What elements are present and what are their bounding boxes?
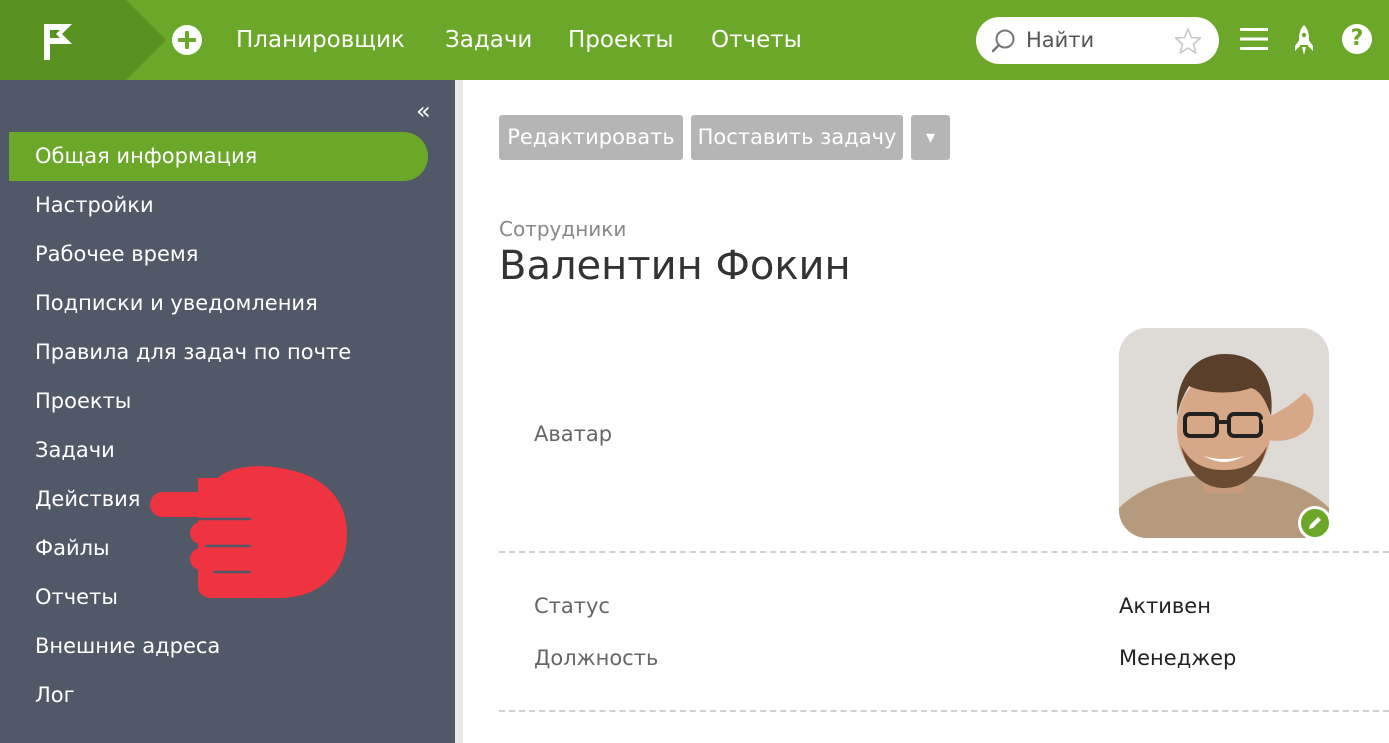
logo-area[interactable] xyxy=(0,0,126,80)
rocket-icon[interactable] xyxy=(1291,24,1317,56)
edit-button[interactable]: Редактировать xyxy=(499,115,683,160)
position-label: Должность xyxy=(534,646,659,670)
sidebar-item-settings[interactable]: Настройки xyxy=(9,181,428,230)
sidebar-divider xyxy=(455,80,463,743)
sidebar: « Общая информация Настройки Рабочее вре… xyxy=(0,80,455,743)
avatar-photo-icon xyxy=(1119,328,1329,538)
star-favorite-icon[interactable] xyxy=(1174,27,1202,55)
add-plus-icon[interactable] xyxy=(172,25,202,55)
section-divider-bottom xyxy=(499,710,1389,712)
status-label: Статус xyxy=(534,594,610,618)
top-navigation-bar: Планировщик Задачи Проекты Отчеты ? xyxy=(0,0,1389,80)
pointing-hand-icon xyxy=(150,466,348,598)
search-box[interactable] xyxy=(976,17,1219,64)
position-value: Менеджер xyxy=(1119,646,1237,670)
more-actions-dropdown[interactable]: ▾ xyxy=(911,115,950,160)
hamburger-menu-icon[interactable] xyxy=(1239,26,1269,52)
avatar xyxy=(1119,328,1329,538)
nav-reports[interactable]: Отчеты xyxy=(711,24,802,56)
sidebar-item-mail-rules[interactable]: Правила для задач по почте xyxy=(9,328,428,377)
breadcrumb-employees[interactable]: Сотрудники xyxy=(499,215,626,243)
nav-projects[interactable]: Проекты xyxy=(568,24,674,56)
avatar-label: Аватар xyxy=(534,422,613,446)
sidebar-item-projects[interactable]: Проекты xyxy=(9,377,428,426)
sidebar-item-work-time[interactable]: Рабочее время xyxy=(9,230,428,279)
sidebar-item-log[interactable]: Лог xyxy=(9,671,428,720)
assign-task-button[interactable]: Поставить задачу xyxy=(691,115,903,160)
section-divider-top xyxy=(499,551,1389,553)
logo-arrow-decoration xyxy=(126,0,166,80)
sidebar-item-external-addresses[interactable]: Внешние адреса xyxy=(9,622,428,671)
status-value: Активен xyxy=(1119,594,1211,618)
nav-planner[interactable]: Планировщик xyxy=(236,24,405,56)
nav-tasks[interactable]: Задачи xyxy=(445,24,532,56)
search-icon xyxy=(991,29,1015,53)
sidebar-item-general-info[interactable]: Общая информация xyxy=(9,132,428,181)
help-icon[interactable]: ? xyxy=(1342,24,1372,54)
search-input[interactable] xyxy=(1026,25,1166,55)
flag-logo-icon[interactable] xyxy=(40,22,76,62)
edit-avatar-pencil-icon[interactable] xyxy=(1298,506,1332,540)
collapse-sidebar-icon[interactable]: « xyxy=(416,99,431,123)
page-title: Валентин Фокин xyxy=(499,243,851,289)
pencil-icon xyxy=(1309,517,1321,529)
sidebar-item-subscriptions[interactable]: Подписки и уведомления xyxy=(9,279,428,328)
